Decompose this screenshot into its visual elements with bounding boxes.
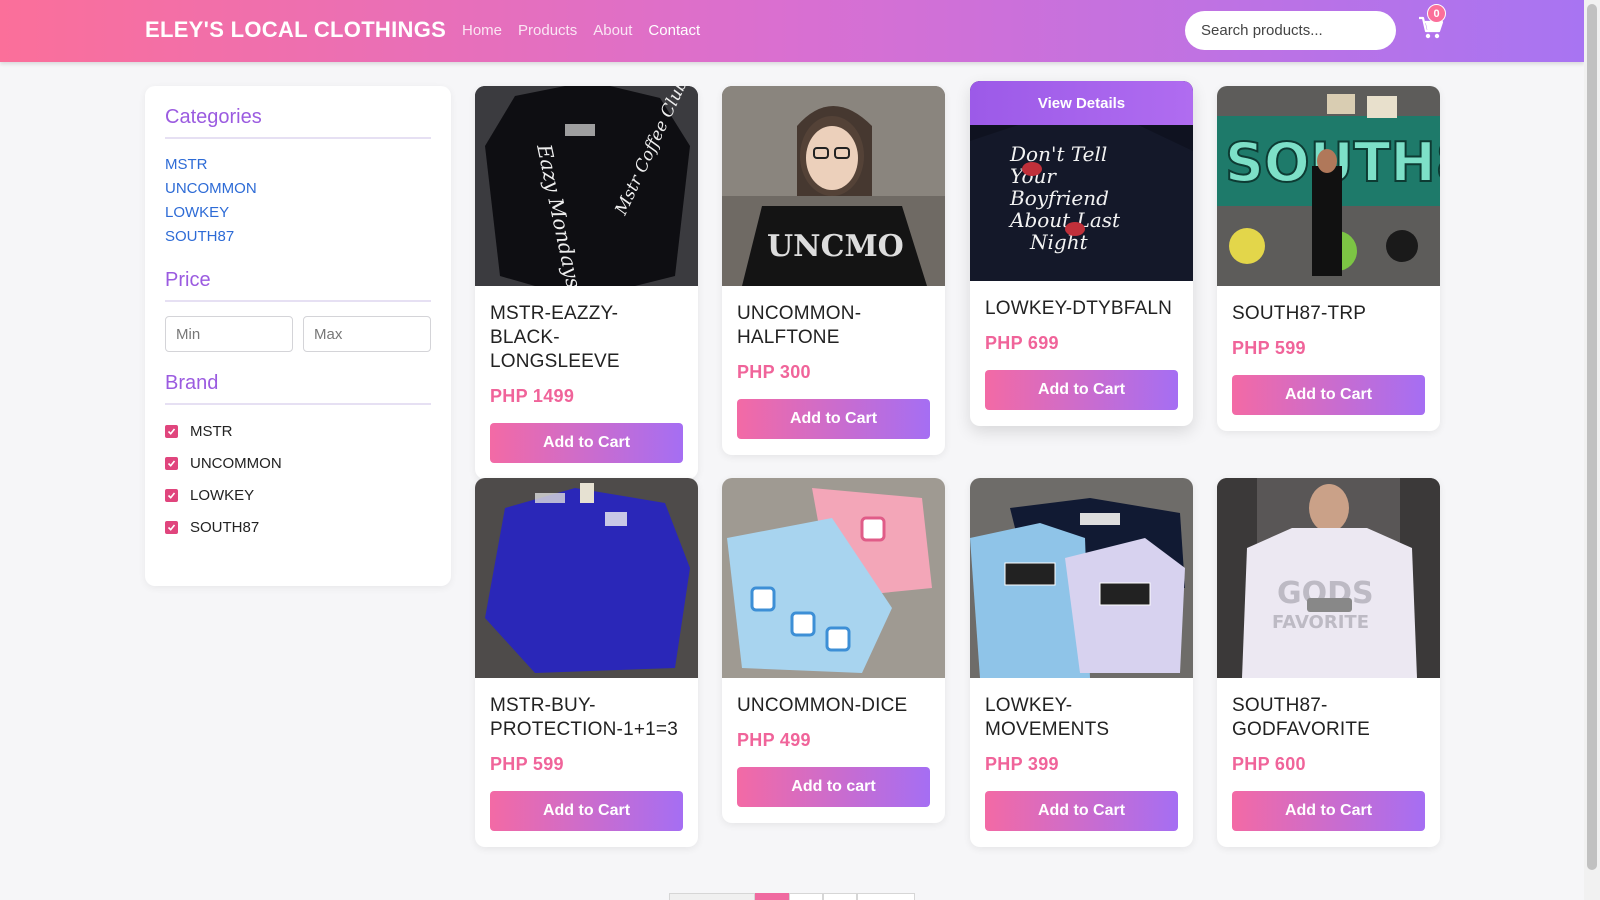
- brand-checkbox-lowkey[interactable]: [165, 488, 178, 502]
- site-logo[interactable]: ELEY'S LOCAL CLOTHINGS: [145, 17, 446, 43]
- svg-text:FAVORITE: FAVORITE: [1272, 612, 1369, 633]
- brand-label: MSTR: [190, 422, 233, 440]
- product-name[interactable]: UNCOMMON-DICE: [737, 694, 930, 718]
- product-price: PHP 599: [1232, 338, 1306, 358]
- top-navbar: ELEY'S LOCAL CLOTHINGS Home Products Abo…: [0, 0, 1584, 62]
- category-link-lowkey[interactable]: LOWKEY: [165, 201, 431, 225]
- product-card[interactable]: SOUTH87 SOUTH87-TRP PHP 599 Add to Cart: [1217, 86, 1440, 431]
- add-to-cart-button[interactable]: Add to Cart: [737, 399, 930, 439]
- pagination-page[interactable]: [789, 893, 823, 900]
- price-range: [165, 316, 431, 352]
- add-to-cart-button[interactable]: Add to cart: [737, 767, 930, 807]
- product-name[interactable]: SOUTH87-GODFAVORITE: [1232, 694, 1425, 742]
- add-to-cart-button[interactable]: Add to Cart: [985, 791, 1178, 831]
- brand-checkbox-mstr[interactable]: [165, 424, 178, 438]
- check-icon: [167, 523, 176, 531]
- product-name[interactable]: MSTR-EAZZY-BLACK-LONGSLEEVE: [490, 302, 683, 374]
- categories-heading: Categories: [165, 106, 431, 139]
- brand-heading: Brand: [165, 372, 431, 405]
- product-price: PHP 300: [737, 362, 811, 382]
- product-card[interactable]: Eazy Mondays Mstr Coffee Club MSTR-EAZZY…: [475, 86, 698, 479]
- pagination: [669, 893, 915, 900]
- pagination-page[interactable]: [823, 893, 857, 900]
- category-list: MSTR UNCOMMON LOWKEY SOUTH87: [165, 153, 431, 249]
- product-card[interactable]: MSTR-BUY-PROTECTION-1+1=3 PHP 599 Add to…: [475, 478, 698, 847]
- svg-text:Don't Tell: Don't Tell: [1009, 142, 1107, 166]
- product-image[interactable]: [475, 478, 698, 678]
- search-input[interactable]: [1185, 11, 1396, 50]
- product-price: PHP 1499: [490, 386, 575, 406]
- category-link-uncommon[interactable]: UNCOMMON: [165, 177, 431, 201]
- brand-filter-list: MSTR UNCOMMON LOWKEY SOUTH87: [165, 415, 431, 543]
- nav-about[interactable]: About: [593, 22, 632, 39]
- svg-text:UNCMO: UNCMO: [767, 229, 904, 264]
- product-card[interactable]: UNCMO UNCOMMON-HALFTONE PHP 300 Add to C…: [722, 86, 945, 455]
- check-icon: [167, 427, 176, 435]
- price-heading: Price: [165, 269, 431, 302]
- product-name[interactable]: UNCOMMON-HALFTONE: [737, 302, 930, 350]
- category-link-mstr[interactable]: MSTR: [165, 153, 431, 177]
- brand-option: LOWKEY: [165, 479, 431, 511]
- main-nav: Home Products About Contact: [462, 22, 700, 39]
- brand-label: UNCOMMON: [190, 454, 282, 472]
- brand-option: UNCOMMON: [165, 447, 431, 479]
- price-min-input[interactable]: [165, 316, 293, 352]
- product-image[interactable]: UNCMO: [722, 86, 945, 286]
- scrollbar-thumb[interactable]: [1587, 4, 1597, 870]
- brand-label: LOWKEY: [190, 486, 255, 504]
- product-card[interactable]: LOWKEY-MOVEMENTS PHP 399 Add to Cart: [970, 478, 1193, 847]
- nav-home[interactable]: Home: [462, 22, 502, 39]
- product-card[interactable]: GODS FAVORITE SOUTH87-GODFAVORITE PHP 60…: [1217, 478, 1440, 847]
- brand-checkbox-south87[interactable]: [165, 520, 178, 534]
- product-price: PHP 599: [490, 754, 564, 774]
- svg-text:Boyfriend: Boyfriend: [1009, 186, 1109, 210]
- product-name[interactable]: LOWKEY-MOVEMENTS: [985, 694, 1178, 742]
- product-price: PHP 399: [985, 754, 1059, 774]
- filter-sidebar: Categories MSTR UNCOMMON LOWKEY SOUTH87 …: [145, 86, 451, 586]
- add-to-cart-button[interactable]: Add to Cart: [1232, 375, 1425, 415]
- product-card-hovered[interactable]: Don't Tell Your Boyfriend About Last Nig…: [970, 81, 1193, 426]
- product-name[interactable]: SOUTH87-TRP: [1232, 302, 1425, 326]
- product-image[interactable]: Eazy Mondays Mstr Coffee Club: [475, 86, 698, 286]
- nav-contact[interactable]: Contact: [648, 22, 700, 39]
- pagination-prev[interactable]: [669, 893, 755, 900]
- add-to-cart-button[interactable]: Add to Cart: [985, 370, 1178, 410]
- product-card[interactable]: UNCOMMON-DICE PHP 499 Add to cart: [722, 478, 945, 823]
- check-icon: [167, 459, 176, 467]
- product-price: PHP 499: [737, 730, 811, 750]
- nav-products[interactable]: Products: [518, 22, 577, 39]
- view-details-button[interactable]: View Details: [970, 81, 1193, 125]
- product-price: PHP 600: [1232, 754, 1306, 774]
- product-name[interactable]: LOWKEY-DTYBFALN: [985, 297, 1178, 321]
- cart-count-badge: 0: [1427, 4, 1446, 23]
- add-to-cart-button[interactable]: Add to Cart: [490, 423, 683, 463]
- product-price: PHP 699: [985, 333, 1059, 353]
- product-image[interactable]: Don't Tell Your Boyfriend About Last Nig…: [970, 81, 1193, 281]
- svg-text:About Last: About Last: [1008, 208, 1121, 232]
- check-icon: [167, 491, 176, 499]
- pagination-page-active[interactable]: [755, 893, 789, 900]
- price-max-input[interactable]: [303, 316, 431, 352]
- product-image[interactable]: [722, 478, 945, 678]
- category-link-south87[interactable]: SOUTH87: [165, 225, 431, 249]
- add-to-cart-button[interactable]: Add to Cart: [1232, 791, 1425, 831]
- brand-option: MSTR: [165, 415, 431, 447]
- pagination-next[interactable]: [857, 893, 915, 900]
- product-name[interactable]: MSTR-BUY-PROTECTION-1+1=3: [490, 694, 683, 742]
- add-to-cart-button[interactable]: Add to Cart: [490, 791, 683, 831]
- brand-checkbox-uncommon[interactable]: [165, 456, 178, 470]
- product-image[interactable]: GODS FAVORITE: [1217, 478, 1440, 678]
- product-image[interactable]: [970, 478, 1193, 678]
- product-image[interactable]: SOUTH87: [1217, 86, 1440, 286]
- brand-label: SOUTH87: [190, 518, 260, 536]
- brand-option: SOUTH87: [165, 511, 431, 543]
